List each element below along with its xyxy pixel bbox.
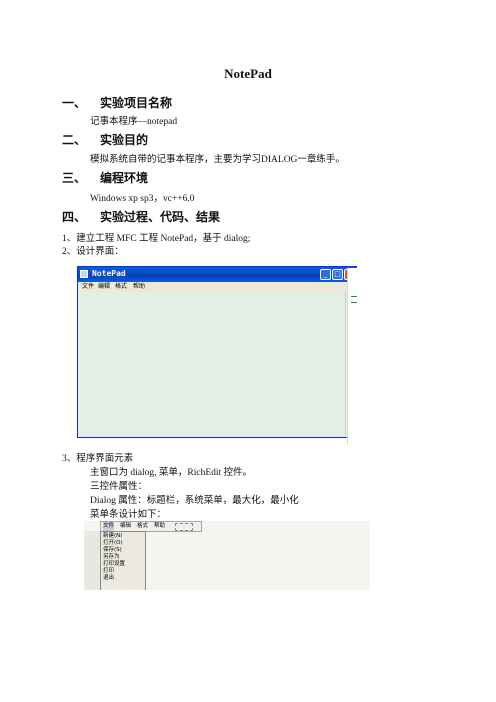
section-4-number: 四、	[62, 210, 87, 224]
minimize-button[interactable]: _	[320, 269, 331, 280]
menu-item-save-as[interactable]: 另存为	[103, 554, 120, 561]
menu-help[interactable]: 帮助	[133, 282, 145, 292]
section-3-title: 编程环境	[100, 171, 149, 185]
notepad-window: NotePad _ □ X 文件 编辑 格式 帮助	[77, 266, 357, 438]
section-4-heading: 四、 实验过程、代码、结果	[62, 208, 220, 225]
section-3-number: 三、	[62, 171, 87, 185]
menu-item-exit[interactable]: 退出	[103, 575, 114, 582]
menu-file[interactable]: 文件	[82, 282, 94, 292]
section-1-number: 一、	[62, 96, 87, 110]
section-4-title: 实验过程、代码、结果	[100, 210, 221, 224]
section-1-body: 记事本程序—notepad	[90, 117, 178, 127]
notepad-menubar: 文件 编辑 格式 帮助	[78, 282, 356, 292]
menu-item-open[interactable]: 打开(O)	[103, 540, 123, 547]
menu-item-print[interactable]: 打印	[103, 568, 114, 575]
background-ide-strip	[347, 268, 360, 444]
richedit-area[interactable]	[79, 292, 344, 436]
section-3-body: Windows xp sp3，vc++6.0	[90, 194, 195, 204]
step-1-text: 1、建立工程 MFC 工程 NotePad，基于 dialog;	[62, 234, 251, 244]
menu-item-new[interactable]: 新建(N)	[103, 533, 122, 540]
menu-design-label: 菜单条设计如下：	[90, 510, 167, 520]
editor-gutter	[84, 531, 101, 590]
section-1-title: 实验项目名称	[100, 96, 173, 110]
step-2-text: 2、设计界面：	[62, 247, 124, 257]
section-2-title: 实验目的	[100, 133, 149, 147]
menu-editor-new-slot[interactable]	[175, 523, 193, 531]
app-icon	[80, 270, 88, 278]
notepad-screenshot: NotePad _ □ X 文件 编辑 格式 帮助	[74, 258, 360, 444]
dialog-props-desc: Dialog 属性：标题栏，系统菜单，最大化，最小化	[90, 496, 299, 506]
menu-design-screenshot: 文件 编辑 格式 帮助 新建(N) 打开(O) 保存(S) 另存为 打印设置 打…	[84, 521, 370, 590]
notepad-titlebar: NotePad _ □ X	[78, 267, 356, 282]
menu-format[interactable]: 格式	[115, 282, 127, 292]
menu-editor-edit[interactable]: 编辑	[120, 522, 131, 531]
section-2-heading: 二、 实验目的	[62, 131, 148, 148]
step-3-text: 3、程序界面元素	[62, 454, 134, 464]
file-menu-dropdown: 新建(N) 打开(O) 保存(S) 另存为 打印设置 打印 退出	[100, 531, 146, 590]
maximize-button[interactable]: □	[332, 269, 343, 280]
menu-editor-help[interactable]: 帮助	[154, 522, 165, 531]
section-2-number: 二、	[62, 133, 87, 147]
window-title: NotePad	[92, 269, 126, 278]
main-window-desc: 主窗口为 dialog, 菜单，RichEdit 控件。	[90, 468, 253, 478]
menu-item-save[interactable]: 保存(S)	[103, 547, 122, 554]
section-2-body: 模拟系统自带的记事本程序，主要为学习DIALOG一章练手。	[90, 155, 345, 165]
control-props-label: 三控件属性：	[90, 482, 148, 492]
menu-item-print-setup[interactable]: 打印设置	[103, 561, 125, 568]
document-title: NotePad	[224, 66, 272, 81]
section-3-heading: 三、 编程环境	[62, 169, 148, 186]
menu-edit[interactable]: 编辑	[98, 282, 110, 292]
menu-editor-format[interactable]: 格式	[137, 522, 148, 531]
section-1-heading: 一、 实验项目名称	[62, 94, 172, 111]
menu-editor-file[interactable]: 文件	[103, 522, 115, 531]
